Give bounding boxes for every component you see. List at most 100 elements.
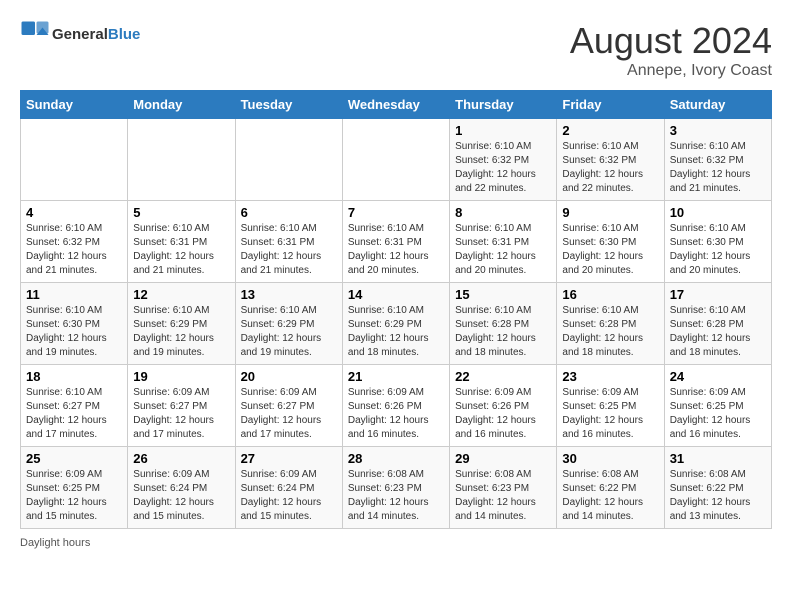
day-info: Sunrise: 6:10 AM Sunset: 6:30 PM Dayligh… [562,222,658,278]
day-number: 26 [133,451,229,466]
day-info: Sunrise: 6:08 AM Sunset: 6:22 PM Dayligh… [562,468,658,524]
day-cell: 14Sunrise: 6:10 AM Sunset: 6:29 PM Dayli… [342,283,449,365]
day-info: Sunrise: 6:10 AM Sunset: 6:29 PM Dayligh… [133,304,229,360]
day-cell: 26 Sunrise: 6:09 AM Sunset: 6:24 PM Dayli… [128,447,235,529]
day-info: Sunrise: 6:09 AM Sunset: 6:25 PM Dayligh… [562,386,658,442]
day-number: 13 [241,287,337,302]
week-row-3: 11 Sunrise: 6:10 AM Sunset: 6:30 PM Dayli… [21,283,772,365]
day-cell: 6 Sunrise: 6:10 AM Sunset: 6:31 PM Daylig… [235,201,342,283]
day-cell: 29 Sunrise: 6:08 AM Sunset: 6:23 PM Dayli… [450,447,557,529]
day-info: Sunrise: 6:10 AM Sunset: 6:28 PM Dayligh… [455,304,551,360]
day-cell: 25 Sunrise: 6:09 AM Sunset: 6:25 PM Dayli… [21,447,128,529]
week-row-5: 25 Sunrise: 6:09 AM Sunset: 6:25 PM Dayli… [21,447,772,529]
day-cell: 18Sunrise: 6:10 AM Sunset: 6:27 PM Dayli… [21,365,128,447]
weekday-header-thursday: Thursday [450,91,557,119]
day-number: 18 [26,369,122,384]
day-info: Sunrise: 6:10 AM Sunset: 6:31 PM Dayligh… [348,222,444,278]
day-cell: 1Sunrise: 6:10 AM Sunset: 6:32 PM Daylig… [450,119,557,201]
day-cell: 8 Sunrise: 6:10 AM Sunset: 6:31 PM Daylig… [450,201,557,283]
day-info: Sunrise: 6:10 AM Sunset: 6:30 PM Dayligh… [670,222,766,278]
day-cell: 12 Sunrise: 6:10 AM Sunset: 6:29 PM Dayli… [128,283,235,365]
day-info: Sunrise: 6:10 AM Sunset: 6:31 PM Dayligh… [133,222,229,278]
day-number: 2 [562,123,658,138]
day-number: 22 [455,369,551,384]
day-number: 19 [133,369,229,384]
day-cell: 31Sunrise: 6:08 AM Sunset: 6:22 PM Dayli… [664,447,771,529]
day-info: Sunrise: 6:10 AM Sunset: 6:32 PM Dayligh… [26,222,122,278]
day-number: 7 [348,205,444,220]
day-number: 25 [26,451,122,466]
month-year: August 2024 [570,20,772,62]
title-block: August 2024 Annepe, Ivory Coast [570,20,772,80]
logo: GeneralBlue [20,20,140,50]
day-number: 28 [348,451,444,466]
day-cell: 16 Sunrise: 6:10 AM Sunset: 6:28 PM Dayli… [557,283,664,365]
day-info: Sunrise: 6:09 AM Sunset: 6:24 PM Dayligh… [241,468,337,524]
day-cell: 20 Sunrise: 6:09 AM Sunset: 6:27 PM Dayli… [235,365,342,447]
day-info: Sunrise: 6:10 AM Sunset: 6:28 PM Dayligh… [562,304,658,360]
day-info: Sunrise: 6:10 AM Sunset: 6:31 PM Dayligh… [241,222,337,278]
week-row-1: 1 Sunrise: 6:10 AM Sunset: 6:32 PM Daylig… [21,119,772,201]
day-number: 4 [26,205,122,220]
day-number: 15 [455,287,551,302]
weekday-header-wednesday: Wednesday [342,91,449,119]
day-cell [128,119,235,201]
day-cell: 30 Sunrise: 6:08 AM Sunset: 6:22 PM Dayli… [557,447,664,529]
day-number: 1 [455,123,551,138]
day-number: 9 [562,205,658,220]
day-cell: 2 Sunrise: 6:10 AM Sunset: 6:32 PM Daylig… [557,119,664,201]
day-info: Sunrise: 6:08 AM Sunset: 6:22 PM Dayligh… [670,468,766,524]
day-cell: 17Sunrise: 6:10 AM Sunset: 6:28 PM Dayli… [664,283,771,365]
day-info: Sunrise: 6:08 AM Sunset: 6:23 PM Dayligh… [348,468,444,524]
day-info: Sunrise: 6:09 AM Sunset: 6:27 PM Dayligh… [133,386,229,442]
day-cell [342,119,449,201]
day-info: Sunrise: 6:10 AM Sunset: 6:29 PM Dayligh… [348,304,444,360]
day-cell: 5 Sunrise: 6:10 AM Sunset: 6:31 PM Daylig… [128,201,235,283]
day-number: 11 [26,287,122,302]
day-number: 30 [562,451,658,466]
day-info: Sunrise: 6:10 AM Sunset: 6:32 PM Dayligh… [670,140,766,196]
day-number: 5 [133,205,229,220]
day-info: Sunrise: 6:09 AM Sunset: 6:25 PM Dayligh… [26,468,122,524]
day-number: 10 [670,205,766,220]
calendar-table: SundayMondayTuesdayWednesdayThursdayFrid… [20,90,772,529]
day-number: 29 [455,451,551,466]
weekday-header-sunday: Sunday [21,91,128,119]
day-info: Sunrise: 6:10 AM Sunset: 6:32 PM Dayligh… [562,140,658,196]
legend: Daylight hours [20,537,772,549]
day-cell [21,119,128,201]
day-cell: 9 Sunrise: 6:10 AM Sunset: 6:30 PM Daylig… [557,201,664,283]
day-info: Sunrise: 6:08 AM Sunset: 6:23 PM Dayligh… [455,468,551,524]
day-cell: 21Sunrise: 6:09 AM Sunset: 6:26 PM Dayli… [342,365,449,447]
day-number: 24 [670,369,766,384]
logo-icon [20,20,50,50]
day-cell [235,119,342,201]
day-number: 8 [455,205,551,220]
header-row: SundayMondayTuesdayWednesdayThursdayFrid… [21,91,772,119]
day-info: Sunrise: 6:09 AM Sunset: 6:27 PM Dayligh… [241,386,337,442]
page-header: GeneralBlue August 2024 Annepe, Ivory Co… [20,20,772,80]
day-info: Sunrise: 6:09 AM Sunset: 6:26 PM Dayligh… [455,386,551,442]
day-number: 6 [241,205,337,220]
location: Annepe, Ivory Coast [570,62,772,80]
week-row-2: 4 Sunrise: 6:10 AM Sunset: 6:32 PM Daylig… [21,201,772,283]
day-info: Sunrise: 6:10 AM Sunset: 6:31 PM Dayligh… [455,222,551,278]
weekday-header-monday: Monday [128,91,235,119]
day-cell: 24Sunrise: 6:09 AM Sunset: 6:25 PM Dayli… [664,365,771,447]
logo-general: General [52,26,108,43]
day-info: Sunrise: 6:09 AM Sunset: 6:24 PM Dayligh… [133,468,229,524]
day-info: Sunrise: 6:10 AM Sunset: 6:30 PM Dayligh… [26,304,122,360]
day-cell: 19 Sunrise: 6:09 AM Sunset: 6:27 PM Dayli… [128,365,235,447]
weekday-header-friday: Friday [557,91,664,119]
day-cell: 11 Sunrise: 6:10 AM Sunset: 6:30 PM Dayli… [21,283,128,365]
day-number: 12 [133,287,229,302]
day-number: 20 [241,369,337,384]
day-number: 23 [562,369,658,384]
day-cell: 23 Sunrise: 6:09 AM Sunset: 6:25 PM Dayli… [557,365,664,447]
day-cell: 15 Sunrise: 6:10 AM Sunset: 6:28 PM Dayli… [450,283,557,365]
day-cell: 13Sunrise: 6:10 AM Sunset: 6:29 PM Dayli… [235,283,342,365]
day-number: 16 [562,287,658,302]
logo-blue: Blue [108,26,141,43]
weekday-header-tuesday: Tuesday [235,91,342,119]
day-number: 17 [670,287,766,302]
